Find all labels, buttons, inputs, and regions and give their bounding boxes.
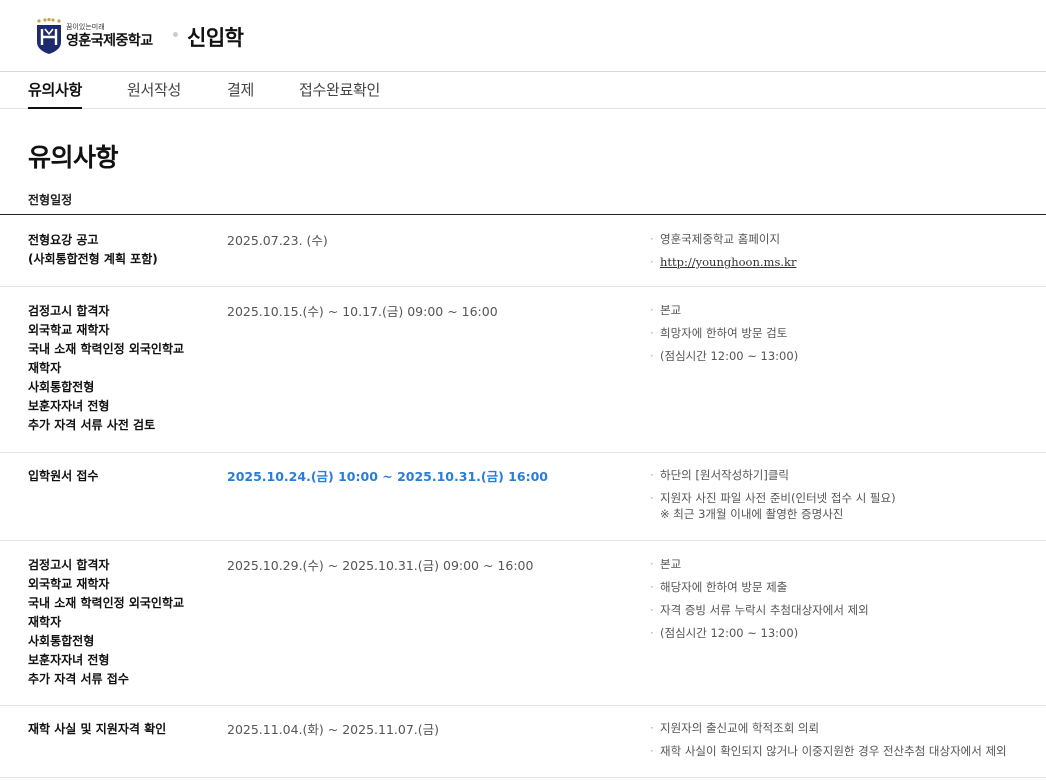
note-text: 지원자 사진 파일 사전 준비(인터넷 접수 시 필요) [660,491,896,505]
note-item: · (점심시간 12:00 ~ 13:00) [650,625,869,641]
note-text: (점심시간 12:00 ~ 13:00) [660,349,799,363]
note-text: 영훈국제중학교 홈페이지 [660,232,781,246]
note-text: 본교 [660,303,682,317]
title-line: 외국학교 재학자 [28,577,110,591]
schedule-date: 2025.07.23. (수) [227,233,328,248]
school-name: 영훈국제중학교 [66,32,153,49]
bullet-dot: · [650,468,654,482]
note-item: · 영훈국제중학교 홈페이지 [650,231,796,247]
note-item: · 본교 [650,556,869,572]
schedule-title: 입학원서 접수 [28,467,98,486]
note-item: · 하단의 [원서작성하기]클릭 [650,467,896,483]
tab-receipt-confirm[interactable]: 접수완료확인 [299,79,380,109]
bullet-dot: · [650,557,654,571]
bullet-dot: · [650,491,654,505]
site-title[interactable]: 신입학 [187,22,244,52]
school-logo[interactable]: 꿈이있는미래 영훈국제중학교 [36,16,153,56]
bullet-dot: · [650,721,654,735]
title-line: 검정고시 합격자 [28,558,110,572]
schedule-notes: · 하단의 [원서작성하기]클릭 · 지원자 사진 파일 사전 준비(인터넷 접수 … [650,467,896,529]
note-item: · 지원자 사진 파일 사전 준비(인터넷 접수 시 필요) ※ 최근 3개월 이내… [650,490,896,522]
bullet-dot: · [650,349,654,363]
school-emblem-icon [36,18,62,54]
bullet-dot: · [650,580,654,594]
separator-dot [173,32,178,37]
schedule-title: 검정고시 합격자 외국학교 재학자 국내 소재 학력인정 외국인학교 재학자 사… [28,302,184,435]
schedule-row: 검정고시 합격자 외국학교 재학자 국내 소재 학력인정 외국인학교 재학자 사… [0,287,1046,453]
note-subtext: ※ 최근 3개월 이내에 촬영한 증명사진 [660,507,844,521]
note-text: 지원자의 출신교에 학적조회 의뢰 [660,721,820,735]
bullet-dot: · [650,603,654,617]
note-text: 본교 [660,557,682,571]
note-item: · 재학 사실이 확인되지 않거나 이중지원한 경우 전산추첨 대상자에서 제외 [650,743,1007,759]
title-line: 사회통합전형 [28,634,95,648]
schedule-date: 2025.10.24.(금) 10:00 ~ 2025.10.31.(금) 16… [227,469,548,484]
schedule-date: 2025.10.15.(수) ~ 10.17.(금) 09:00 ~ 16:00 [227,304,498,319]
schedule-row: 검정고시 합격자 외국학교 재학자 국내 소재 학력인정 외국인학교 재학자 사… [0,541,1046,706]
schedule-row: 입학원서 접수 2025.10.24.(금) 10:00 ~ 2025.10.3… [0,453,1046,541]
title-line: 전형요강 공고 [28,233,99,247]
site-header: 꿈이있는미래 영훈국제중학교 신입학 [0,0,1046,72]
bullet-dot: · [650,255,654,269]
bullet-dot: · [650,232,654,246]
homepage-link[interactable]: http://younghoon.ms.kr [660,255,796,269]
title-line: 입학원서 접수 [28,469,99,483]
title-line: 추가 자격 서류 사전 검토 [28,418,156,432]
bullet-dot: · [650,326,654,340]
schedule-title: 전형요강 공고 (사회통합전형 계획 포함) [28,231,158,269]
title-line: 국내 소재 학력인정 외국인학교 [28,342,185,356]
note-text: 해당자에 한하여 방문 제출 [660,580,788,594]
note-item: · 자격 증빙 서류 누락시 추첨대상자에서 제외 [650,602,869,618]
note-text: 재학 사실이 확인되지 않거나 이중지원한 경우 전산추첨 대상자에서 제외 [660,744,1007,758]
title-line: 재학 사실 및 지원자격 확인 [28,722,167,736]
title-line: 외국학교 재학자 [28,323,110,337]
note-item: · 해당자에 한하여 방문 제출 [650,579,869,595]
note-item: · http://younghoon.ms.kr [650,254,796,270]
title-line: 검정고시 합격자 [28,304,110,318]
schedule-notes: · 본교 · 해당자에 한하여 방문 제출 · 자격 증빙 서류 누락시 추첨대상자에… [650,556,869,648]
note-text: 희망자에 한하여 방문 검토 [660,326,788,340]
title-line: 국내 소재 학력인정 외국인학교 [28,596,185,610]
bullet-dot: · [650,303,654,317]
title-line: (사회통합전형 계획 포함) [28,252,158,266]
schedule-date: 2025.11.04.(화) ~ 2025.11.07.(금) [227,722,440,737]
schedule-title: 검정고시 합격자 외국학교 재학자 국내 소재 학력인정 외국인학교 재학자 사… [28,556,184,689]
note-text: (점심시간 12:00 ~ 13:00) [660,626,799,640]
tab-payment[interactable]: 결제 [227,79,254,109]
schedule-notes: · 지원자의 출신교에 학적조회 의뢰 · 재학 사실이 확인되지 않거나 이중지원… [650,720,1007,766]
schedule-row: 전형요강 공고 (사회통합전형 계획 포함) 2025.07.23. (수) ·… [0,215,1046,287]
bullet-dot: · [650,744,654,758]
note-item: · 지원자의 출신교에 학적조회 의뢰 [650,720,1007,736]
logo-slogan: 꿈이있는미래 [66,22,105,31]
schedule-row: 재학 사실 및 지원자격 확인 2025.11.04.(화) ~ 2025.11… [0,706,1046,778]
note-item: · (점심시간 12:00 ~ 13:00) [650,348,798,364]
tab-bar: 유의사항 원서작성 결제 접수완료확인 [0,73,1046,109]
tab-notices[interactable]: 유의사항 [28,79,82,109]
note-item: · 희망자에 한하여 방문 검토 [650,325,798,341]
page-title: 유의사항 [28,143,119,172]
schedule-date: 2025.10.29.(수) ~ 2025.10.31.(금) 09:00 ~ … [227,558,534,573]
schedule-notes: · 본교 · 희망자에 한하여 방문 검토 · (점심시간 12:00 ~ 13:00… [650,302,798,371]
schedule-notes: · 영훈국제중학교 홈페이지 · http://younghoon.ms.kr [650,231,796,277]
title-line: 추가 자격 서류 접수 [28,672,129,686]
section-label: 전형일정 [28,193,73,207]
title-line: 사회통합전형 [28,380,95,394]
title-line: 보훈자자녀 전형 [28,399,110,413]
schedule-title: 재학 사실 및 지원자격 확인 [28,720,166,739]
tab-application-form[interactable]: 원서작성 [127,79,181,109]
title-line: 보훈자자녀 전형 [28,653,110,667]
note-item: · 본교 [650,302,798,318]
bullet-dot: · [650,626,654,640]
note-text: 하단의 [원서작성하기]클릭 [660,468,790,482]
note-text: 자격 증빙 서류 누락시 추첨대상자에서 제외 [660,603,869,617]
title-line: 재학자 [28,361,62,375]
title-line: 재학자 [28,615,62,629]
